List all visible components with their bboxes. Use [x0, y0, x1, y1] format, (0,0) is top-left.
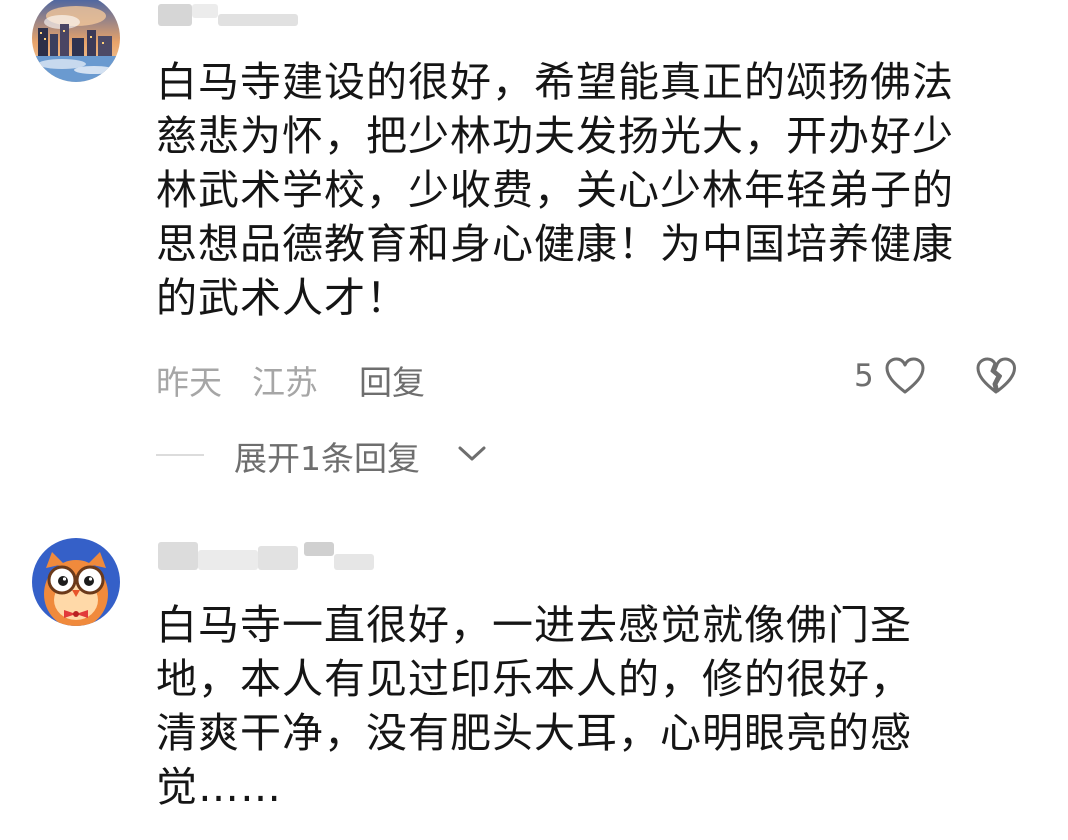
owl-avatar-image [32, 538, 120, 626]
expand-replies-label[interactable]: 展开1条回复 [234, 432, 420, 480]
broken-heart-icon[interactable] [974, 356, 1018, 396]
comment-item: 白马寺建设的很好，希望能真正的颂扬佛法 慈悲为怀，把少林功夫发扬光大，开办好少 … [0, 0, 1068, 490]
comment-meta: 昨天 江苏 回复 5 [156, 356, 1026, 402]
comment-text-line: 慈悲为怀，把少林功夫发扬光大，开办好少 [156, 112, 954, 160]
comment-text-line: 思想品德教育和身心健康！为中国培养健康 [156, 220, 954, 268]
comment-time: 昨天 [156, 363, 222, 402]
comment-item: 白马寺一直很好，一进去感觉就像佛门圣 地，本人有见过印乐本人的，修的很好， 清爽… [0, 530, 1068, 840]
city-avatar-image [32, 0, 120, 82]
comment-text-line: 林武术学校，少收费，关心少林年轻弟子的 [156, 166, 954, 214]
username-blurred [158, 4, 298, 26]
chevron-down-icon[interactable] [456, 442, 488, 464]
comment-text: 白马寺建设的很好，希望能真正的颂扬佛法 慈悲为怀，把少林功夫发扬光大，开办好少 … [156, 55, 1036, 325]
comment-text-line: 的武术人才！ [156, 274, 408, 322]
comment-text-line: 觉…… [156, 763, 282, 811]
divider [156, 454, 204, 456]
comment-text: 白马寺一直很好，一进去感觉就像佛门圣 地，本人有见过印乐本人的，修的很好， 清爽… [156, 598, 1036, 814]
comment-text-line: 白马寺一直很好，一进去感觉就像佛门圣 [156, 601, 912, 649]
like-count: 5 [854, 358, 874, 394]
avatar[interactable] [32, 538, 120, 626]
username-blurred [158, 542, 388, 570]
reply-button[interactable]: 回复 [359, 356, 425, 404]
avatar[interactable] [32, 0, 120, 82]
comment-text-line: 白马寺建设的很好，希望能真正的颂扬佛法 [156, 58, 954, 106]
heart-outline-icon[interactable] [884, 356, 926, 396]
expand-replies[interactable]: 展开1条回复 [156, 432, 656, 478]
comment-text-line: 清爽干净，没有肥头大耳，心明眼亮的感 [156, 709, 912, 757]
comment-text-line: 地，本人有见过印乐本人的，修的很好， [156, 655, 912, 703]
comment-location: 江苏 [252, 363, 318, 402]
